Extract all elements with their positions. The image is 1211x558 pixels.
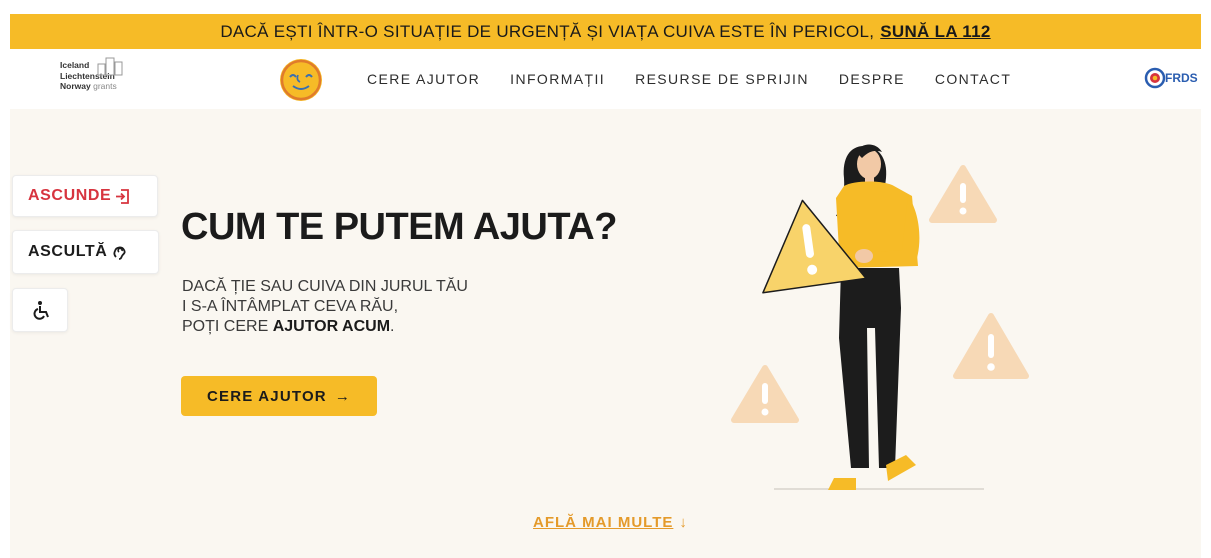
warning-sign-icon — [953, 313, 1029, 379]
exit-icon — [116, 188, 130, 204]
hero-emphasis: AJUTOR ACUM — [272, 318, 391, 335]
person-figure — [828, 144, 920, 490]
wheelchair-icon — [33, 301, 49, 320]
cta-label: CERE AJUTOR — [206, 387, 327, 405]
hero-line-1: DACĂ ȚIE SAU CUIVA DIN JURUL TĂU — [182, 278, 468, 295]
nav-cere-ajutor[interactable]: CERE AJUTOR — [367, 71, 480, 87]
main-nav: CERE AJUTOR INFORMAȚII RESURSE DE SPRIJI… — [367, 49, 1011, 109]
hero-description: DACĂ ȚIE SAU CUIVA DIN JURUL TĂU I S-A Î… — [182, 277, 542, 337]
eea-logo-line3-suffix: grants — [93, 81, 117, 91]
emergency-banner: DACĂ EȘTI ÎNTR-O SITUAȚIE DE URGENȚĂ ȘI … — [10, 14, 1201, 49]
hero-line-2: I S-A ÎNTÂMPLAT CEVA RĂU, — [182, 298, 399, 315]
frds-logo[interactable]: FRDS — [1143, 66, 1199, 92]
nav-resurse[interactable]: RESURSE DE SPRIJIN — [635, 71, 809, 87]
nav-despre[interactable]: DESPRE — [839, 71, 905, 87]
cere-ajutor-button[interactable]: CERE AJUTOR → — [181, 376, 377, 416]
hero-illustration — [731, 144, 1029, 490]
page: DACĂ EȘTI ÎNTR-O SITUAȚIE DE URGENȚĂ ȘI … — [10, 14, 1201, 558]
clock-face-icon — [280, 59, 322, 101]
hide-label: ASCUNDE — [28, 187, 112, 204]
arrow-down-icon: ↓ — [679, 514, 688, 531]
listen-label: ASCULTĂ — [28, 243, 108, 260]
learn-more-link[interactable]: AFLĂ MAI MULTE ↓ — [533, 514, 688, 531]
site-header: Iceland Liechtenstein Norway grants CERE… — [10, 49, 1201, 109]
hero-line-3: POȚI CERE AJUTOR ACUM. — [182, 317, 542, 337]
eea-grants-logo[interactable]: Iceland Liechtenstein Norway grants — [60, 57, 132, 100]
learn-more-label: AFLĂ MAI MULTE — [533, 514, 674, 531]
warning-sign-icon — [929, 165, 997, 223]
nav-informatii[interactable]: INFORMAȚII — [510, 71, 605, 87]
arrow-right-icon: → — [334, 387, 352, 405]
ear-icon — [113, 246, 127, 260]
call-112-link[interactable]: SUNĂ LA 112 — [880, 22, 990, 42]
hero-title: CUM TE PUTEM AJUTA? — [181, 206, 617, 248]
eea-logo-line3: Norway — [60, 81, 91, 91]
ceasul-bun-logo[interactable] — [276, 55, 326, 105]
warning-sign-icon — [731, 365, 799, 423]
frds-label: FRDS — [1165, 71, 1198, 85]
accessibility-button[interactable] — [12, 288, 68, 332]
nav-contact[interactable]: CONTACT — [935, 71, 1011, 87]
listen-button[interactable]: ASCULTĂ — [12, 230, 159, 274]
emergency-text: DACĂ EȘTI ÎNTR-O SITUAȚIE DE URGENȚĂ ȘI … — [220, 21, 875, 41]
hero-line-3-pre: POȚI CERE — [182, 318, 273, 335]
hero-line-3-post: . — [390, 318, 395, 335]
hide-site-button[interactable]: ASCUNDE — [12, 175, 158, 217]
buildings-icon — [97, 57, 123, 76]
